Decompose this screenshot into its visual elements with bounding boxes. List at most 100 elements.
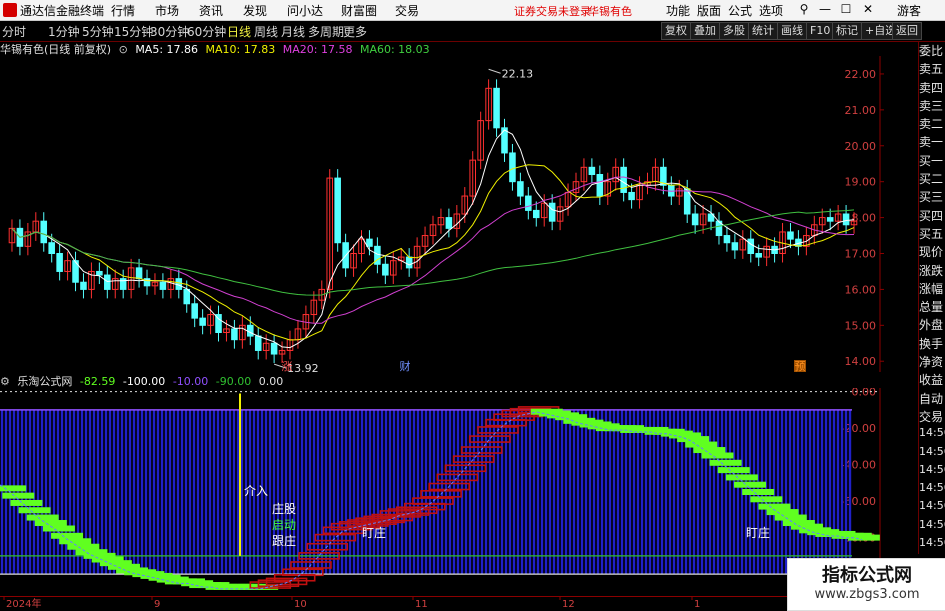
- indicator-band-segment: [51, 532, 84, 539]
- candle-body: [842, 213, 850, 226]
- quote-field-label: 卖四: [919, 80, 944, 95]
- period-1min[interactable]: 1分钟: [48, 23, 80, 40]
- indicator-band-segment: [766, 509, 799, 516]
- menu-item-market[interactable]: 市场: [155, 2, 179, 19]
- candle-body: [445, 217, 453, 229]
- quote-field-label: 卖五: [919, 62, 944, 77]
- draw-line-button[interactable]: 画线: [777, 22, 807, 40]
- period-5min[interactable]: 5分钟: [82, 23, 114, 40]
- follow-label: 跟庄: [272, 534, 297, 548]
- indicator-band-segment: [701, 452, 734, 459]
- quote-field-label: 委比: [919, 44, 944, 58]
- indicator-band-segment: [725, 474, 758, 481]
- quote-field-label: 交易: [919, 409, 944, 424]
- ma5-label: MA5: 17.86: [135, 43, 199, 56]
- date-axis: 2024年 9 10 11 12 1: [0, 596, 880, 609]
- back-button[interactable]: 返回: [892, 22, 922, 40]
- candle-body: [199, 317, 206, 326]
- menu-item-options[interactable]: 选项: [759, 2, 783, 19]
- indicator-band-segment: [26, 514, 59, 521]
- login-warning[interactable]: 证券交易未登录: [514, 3, 591, 19]
- quote-field-label: 收益: [919, 373, 944, 388]
- close-icon[interactable]: ✕: [860, 1, 876, 17]
- menu-item-ask[interactable]: 问小达: [287, 2, 323, 19]
- quote-field-label: 14:56: [919, 536, 945, 550]
- price-tick-label: 15.00: [845, 319, 877, 332]
- menu-item-news[interactable]: 资讯: [199, 2, 223, 19]
- ma-toggle-icon[interactable]: ⊙: [119, 43, 128, 56]
- mark-button[interactable]: 标记: [832, 22, 862, 40]
- candle-body: [747, 238, 755, 255]
- adjust-button[interactable]: 复权: [661, 22, 691, 40]
- date-tick-label: 10: [294, 599, 307, 609]
- period-daily[interactable]: 日线: [227, 23, 251, 40]
- menu-item-formula[interactable]: 公式: [728, 2, 752, 19]
- stats-button[interactable]: 统计: [748, 22, 778, 40]
- menu-item-layout[interactable]: 版面: [697, 2, 721, 19]
- period-15min[interactable]: 15分钟: [114, 23, 153, 40]
- indicator-band-segment: [750, 496, 783, 503]
- menu-item-quotes[interactable]: 行情: [111, 2, 135, 19]
- ma20-label: MA20: 17.58: [282, 43, 353, 56]
- candle-body: [755, 253, 762, 258]
- f10-button[interactable]: F10: [806, 22, 835, 40]
- quote-field-label: 总量: [919, 300, 944, 315]
- menu-item-trade[interactable]: 交易: [395, 2, 419, 19]
- period-intraday[interactable]: 分时: [2, 23, 26, 40]
- quote-field-label: 14:56: [919, 444, 945, 458]
- entry-label: 介入: [244, 484, 269, 498]
- guest-label[interactable]: 游客: [897, 2, 921, 19]
- indicator-band-segment: [742, 489, 775, 495]
- search-icon[interactable]: ⚲: [796, 1, 812, 17]
- indicator-value-5: 0.00: [258, 375, 284, 388]
- candle-body: [826, 217, 834, 222]
- quote-field-label: 换手: [919, 336, 944, 351]
- quote-field-label: 自动: [919, 391, 944, 406]
- date-tick-label: 12: [562, 599, 575, 609]
- multi-stock-button[interactable]: 多股: [719, 22, 749, 40]
- price-tick-label: 20.00: [845, 140, 877, 153]
- quote-field-label: 买一: [919, 153, 944, 168]
- overlay-button[interactable]: 叠加: [690, 22, 720, 40]
- candle-body: [247, 324, 254, 337]
- event-marker-label: 涨: [282, 360, 293, 372]
- candle-body: [691, 213, 699, 226]
- indicator-band-segment: [67, 543, 100, 550]
- period-multi[interactable]: 多周期: [308, 23, 344, 40]
- candle-body: [80, 281, 87, 290]
- quote-field-label: 卖一: [919, 135, 944, 150]
- period-more[interactable]: 更多: [343, 23, 367, 40]
- candle-body: [525, 195, 532, 211]
- indicator-value-4: -90.00: [215, 375, 252, 388]
- menu-item-discover[interactable]: 发现: [243, 2, 267, 19]
- maximize-icon[interactable]: ☐: [838, 1, 854, 17]
- candle-body: [787, 231, 794, 240]
- menu-item-wealth[interactable]: 财富圈: [341, 2, 377, 19]
- candle-body: [40, 220, 48, 244]
- menu-item-function[interactable]: 功能: [666, 2, 690, 19]
- indicator-band-segment: [2, 492, 35, 499]
- dealer-label: 庄股: [272, 502, 297, 516]
- candle-body: [135, 267, 143, 280]
- quote-field-label: 净资: [919, 355, 944, 370]
- indicator-gear-icon[interactable]: ⚙: [0, 375, 10, 388]
- period-monthly[interactable]: 月线: [281, 23, 305, 40]
- candlestick-chart[interactable]: 22.0021.0020.0019.0018.0017.0016.0015.00…: [0, 56, 918, 372]
- indicator-band-segment: [42, 525, 75, 532]
- minimize-icon[interactable]: —: [817, 1, 833, 17]
- watermark: 指标公式网 www.zbgs3.com: [787, 558, 945, 611]
- quote-field-label: 卖三: [919, 98, 944, 113]
- quote-field-label: 涨幅: [919, 281, 944, 296]
- indicator-title: 乐淘公式网: [17, 375, 73, 388]
- indicator-band-segment: [34, 520, 67, 527]
- watermark-url: www.zbgs3.com: [814, 587, 920, 602]
- quote-field-label: 外盘: [919, 318, 944, 333]
- indicator-chart[interactable]: 0.00-20.00-40.00-60.00-80.00: [0, 388, 918, 596]
- period-60min[interactable]: 60分钟: [187, 23, 226, 40]
- candle-body: [254, 335, 262, 351]
- ma-line-ma10: [11, 164, 855, 341]
- period-30min[interactable]: 30分钟: [150, 23, 189, 40]
- price-tick-label: 17.00: [845, 248, 877, 261]
- period-weekly[interactable]: 周线: [254, 23, 278, 40]
- candle-body: [104, 274, 111, 290]
